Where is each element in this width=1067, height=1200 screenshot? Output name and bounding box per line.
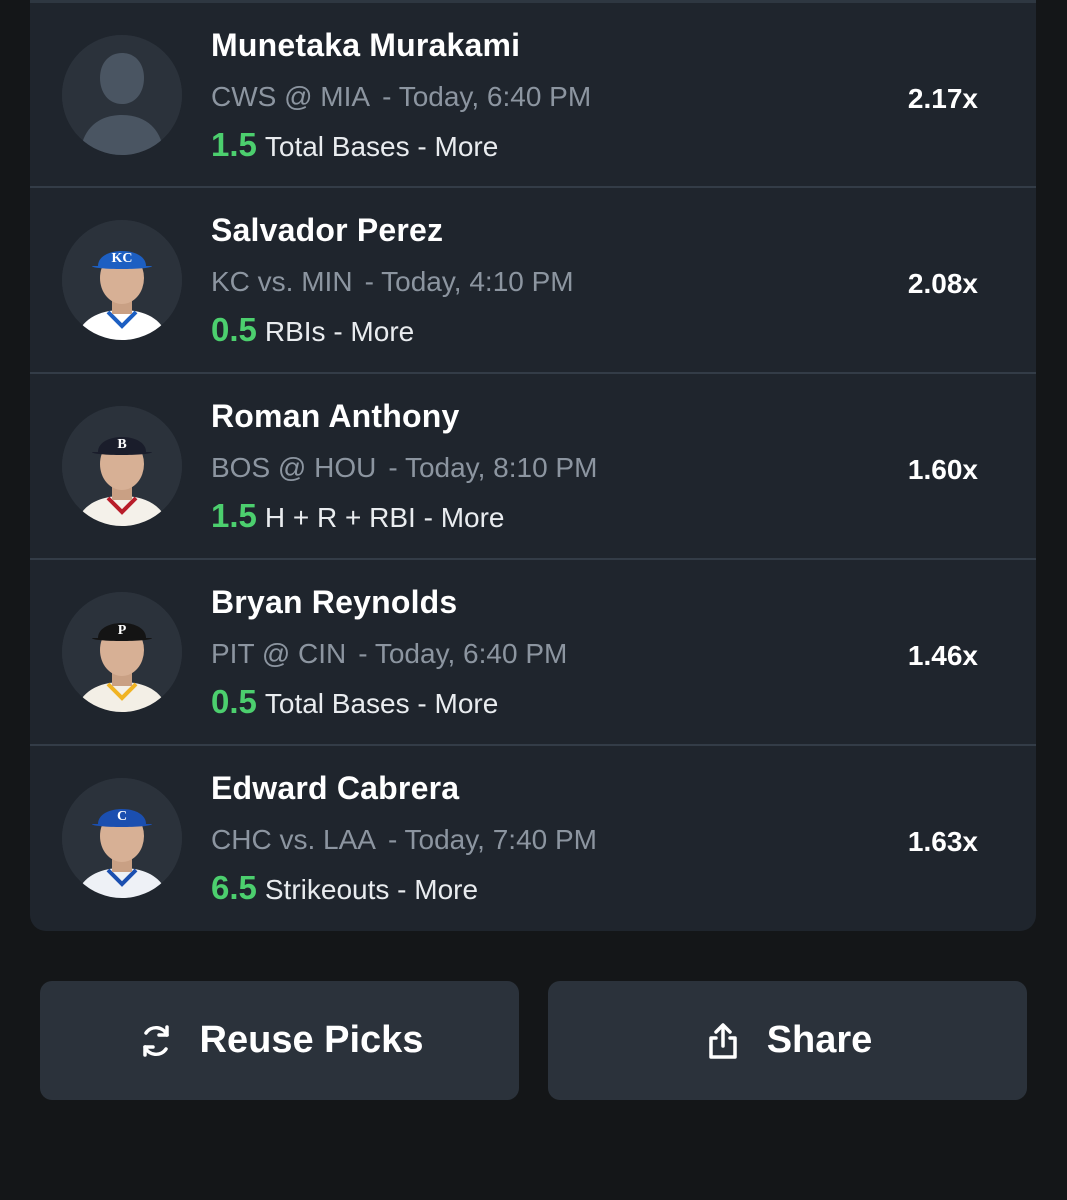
player-name: Roman Anthony: [211, 398, 460, 434]
svg-text:KC: KC: [112, 251, 133, 266]
payout-multiplier: 2.17x: [907, 83, 978, 114]
share-label: Share: [766, 1019, 873, 1061]
payout-multiplier: 2.08x: [907, 268, 978, 299]
prop-label: Strikeouts - More: [264, 874, 479, 905]
prop-label: H + R + RBI - More: [264, 502, 505, 533]
game-time: - Today, 4:10 PM: [364, 266, 574, 297]
matchup: CHC vs. LAA: [211, 824, 376, 855]
player-headshot-image: C: [62, 778, 182, 898]
player-avatar: KC: [62, 220, 182, 340]
player-headshot-image: KC: [62, 220, 182, 340]
pick-row[interactable]: KC Salvador Perez KC vs. MIN - Today, 4:1…: [30, 188, 1036, 374]
game-info: CHC vs. LAA - Today, 7:40 PM: [211, 824, 597, 856]
svg-text:P: P: [118, 623, 127, 638]
reuse-picks-label: Reuse Picks: [199, 1019, 424, 1061]
prop-info: 6.5 Strikeouts - More: [211, 869, 478, 907]
placeholder-silhouette-icon: [62, 35, 182, 155]
game-time: - Today, 8:10 PM: [388, 452, 598, 483]
prop-label: RBIs - More: [264, 316, 415, 347]
svg-text:B: B: [117, 437, 126, 452]
player-avatar: [62, 35, 182, 155]
payout-multiplier: 1.63x: [907, 826, 978, 857]
share-button[interactable]: Share: [548, 981, 1027, 1100]
player-headshot-image: P: [62, 592, 182, 712]
line-value: 0.5: [211, 683, 257, 720]
matchup: CWS @ MIA: [211, 81, 371, 112]
prop-label: Total Bases - More: [264, 688, 499, 719]
matchup: KC vs. MIN: [211, 266, 353, 297]
game-info: BOS @ HOU - Today, 8:10 PM: [211, 452, 597, 484]
player-name: Salvador Perez: [211, 212, 444, 248]
game-time: - Today, 7:40 PM: [387, 824, 598, 855]
prop-info: 1.5 H + R + RBI - More: [211, 497, 505, 535]
player-name: Edward Cabrera: [211, 770, 460, 806]
player-name: Bryan Reynolds: [211, 584, 458, 620]
pick-row[interactable]: Munetaka Murakami CWS @ MIA - Today, 6:40…: [30, 3, 1036, 188]
game-info: PIT @ CIN - Today, 6:40 PM: [211, 638, 567, 670]
line-value: 6.5: [211, 869, 257, 906]
player-avatar: B: [62, 406, 182, 526]
game-info: CWS @ MIA - Today, 6:40 PM: [211, 81, 591, 113]
player-name: Munetaka Murakami: [211, 27, 521, 63]
svg-text:C: C: [117, 809, 127, 824]
matchup: BOS @ HOU: [211, 452, 377, 483]
game-info: KC vs. MIN - Today, 4:10 PM: [211, 266, 574, 298]
prop-info: 0.5 RBIs - More: [211, 311, 414, 349]
pick-list-card: Munetaka Murakami CWS @ MIA - Today, 6:40…: [30, 0, 1036, 931]
line-value: 1.5: [211, 126, 257, 163]
prop-label: Total Bases - More: [264, 131, 499, 162]
prop-info: 1.5 Total Bases - More: [211, 126, 498, 164]
payout-multiplier: 1.60x: [907, 454, 978, 485]
game-time: - Today, 6:40 PM: [358, 638, 568, 669]
player-avatar: P: [62, 592, 182, 712]
pick-row[interactable]: P Bryan Reynolds PIT @ CIN - Today, 6:40 …: [30, 560, 1036, 746]
pick-row[interactable]: B Roman Anthony BOS @ HOU - Today, 8:10 P…: [30, 374, 1036, 560]
refresh-icon: [136, 1021, 176, 1061]
prop-info: 0.5 Total Bases - More: [211, 683, 498, 721]
line-value: 0.5: [211, 311, 257, 348]
reuse-picks-button[interactable]: Reuse Picks: [40, 981, 519, 1100]
game-time: - Today, 6:40 PM: [382, 81, 592, 112]
matchup: PIT @ CIN: [211, 638, 347, 669]
line-value: 1.5: [211, 497, 257, 534]
payout-multiplier: 1.46x: [907, 640, 978, 671]
share-icon: [703, 1021, 743, 1061]
player-avatar: C: [62, 778, 182, 898]
pick-row[interactable]: C Edward Cabrera CHC vs. LAA - Today, 7:4…: [30, 746, 1036, 931]
player-headshot-image: B: [62, 406, 182, 526]
